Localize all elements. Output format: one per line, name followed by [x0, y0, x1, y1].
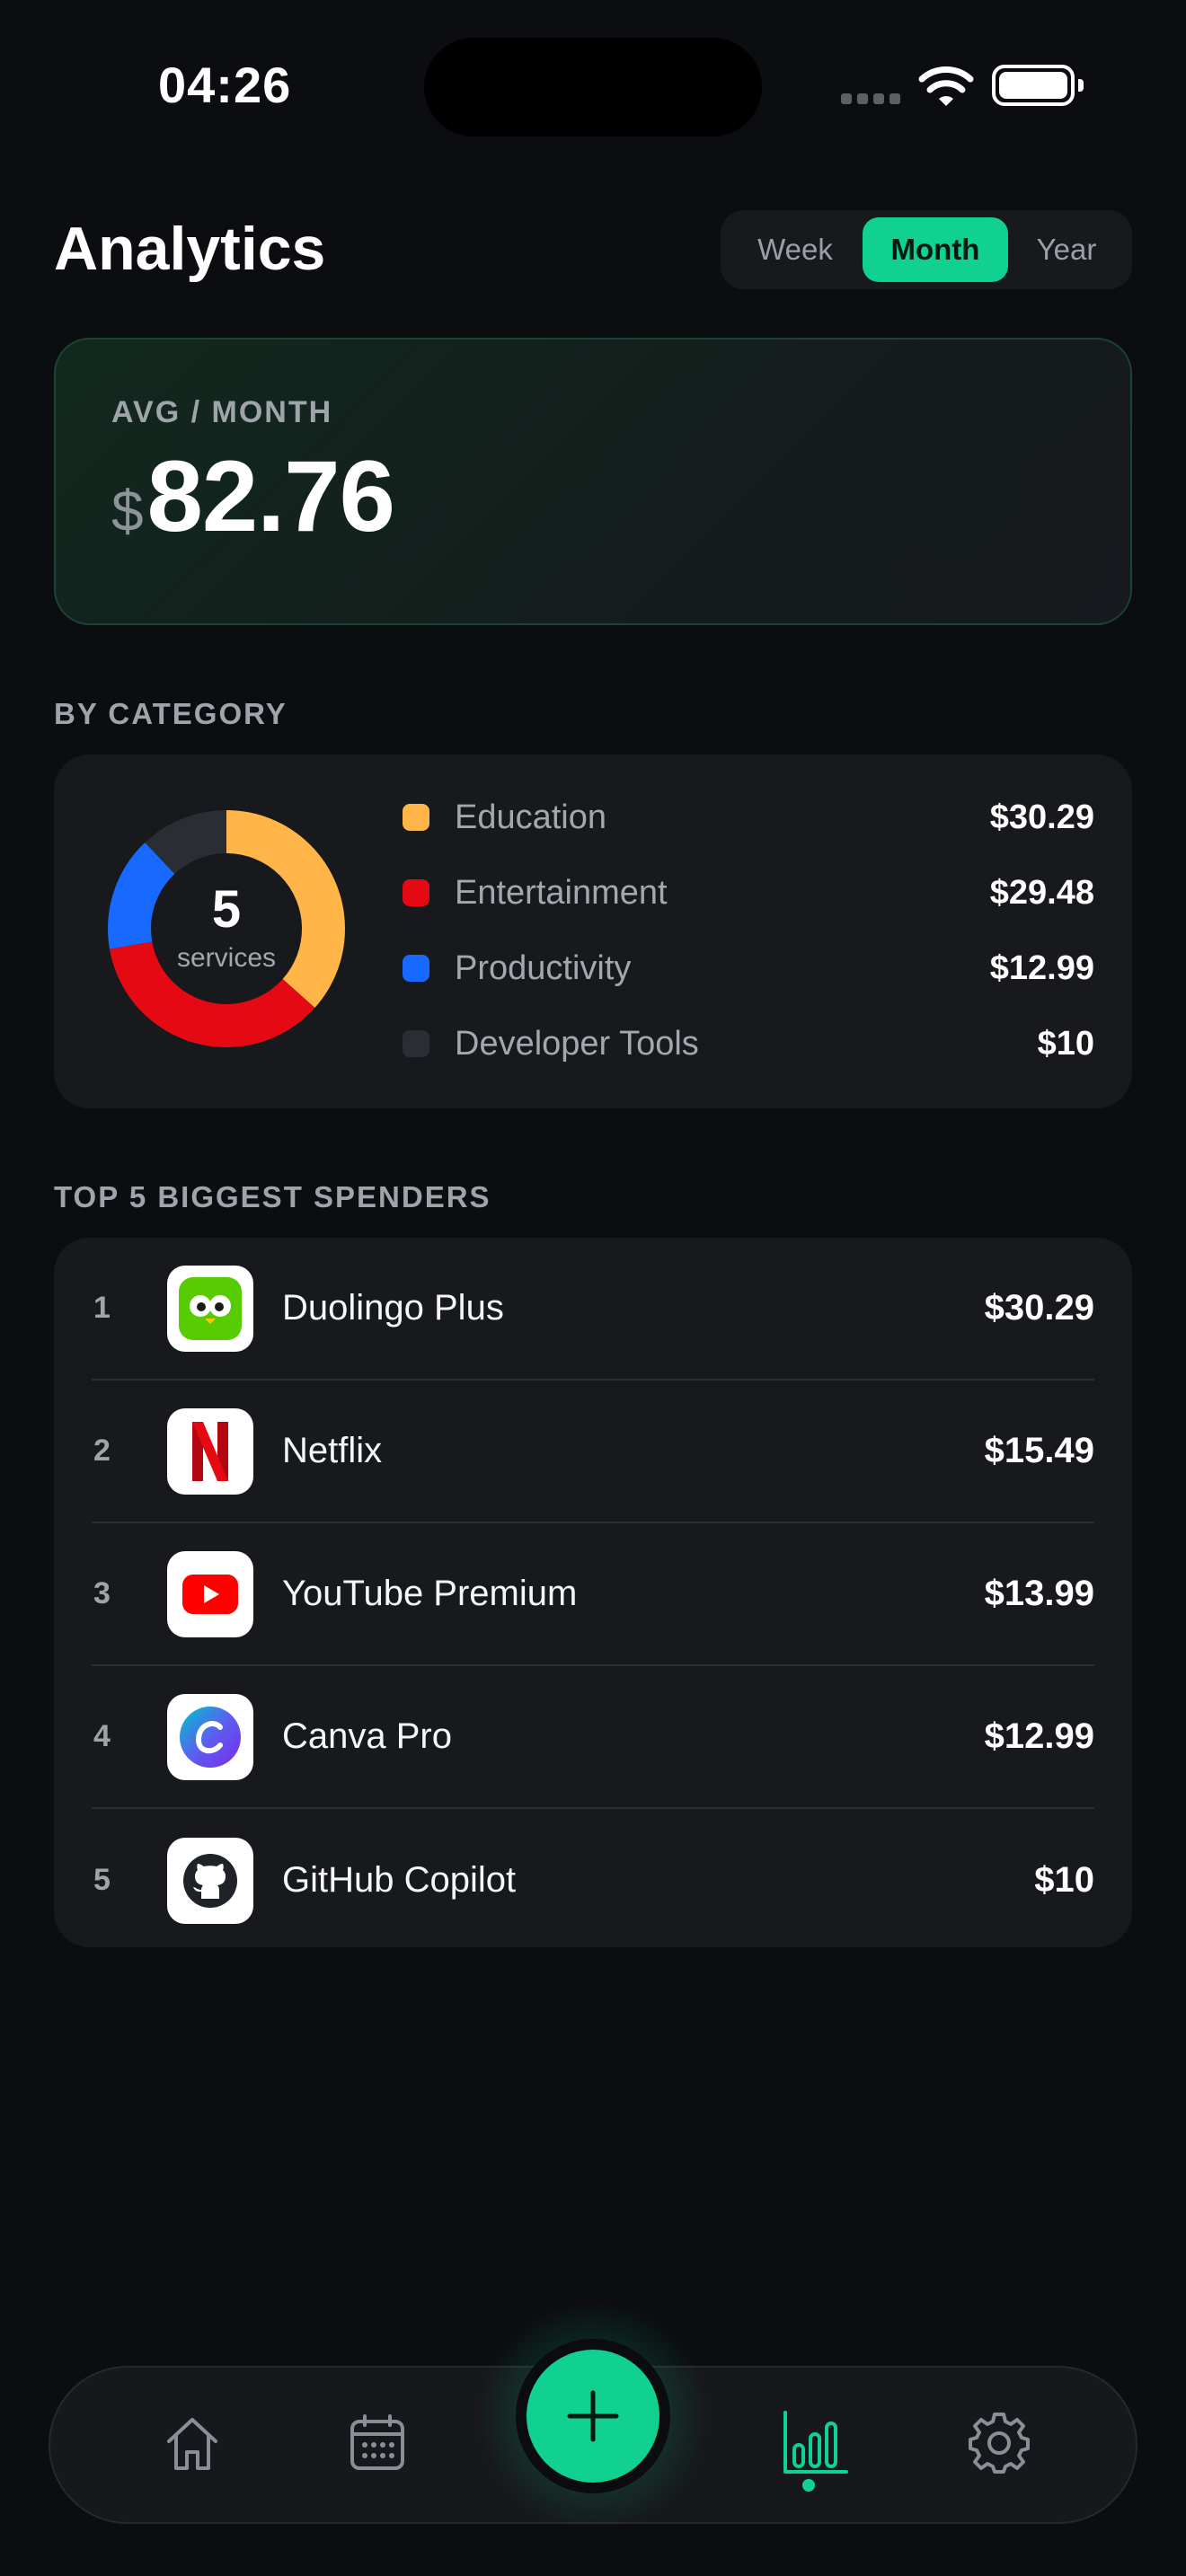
youtube-icon	[167, 1550, 253, 1637]
avg-currency: $	[111, 479, 144, 543]
spender-row[interactable]: 1 Duolingo Plus $30.29	[92, 1238, 1094, 1381]
category-card: 5 services Education $30.29 Entertainmen…	[54, 754, 1132, 1108]
avg-amount: 82.76	[146, 440, 395, 552]
legend-name: Entertainment	[455, 873, 668, 912]
spender-rank: 5	[93, 1863, 111, 1897]
active-tab-indicator	[802, 2479, 815, 2492]
legend-swatch	[403, 955, 429, 982]
legend-row-education: Education $30.29	[403, 780, 1094, 855]
legend-value: $29.48	[989, 873, 1094, 912]
period-selector: Week Month Year	[721, 210, 1132, 289]
period-year-button[interactable]: Year	[1008, 217, 1125, 282]
legend-row-developer-tools: Developer Tools $10	[403, 1006, 1094, 1081]
spender-value: $15.49	[984, 1431, 1094, 1470]
duolingo-icon	[167, 1265, 253, 1352]
category-legend: Education $30.29 Entertainment $29.48 Pr…	[403, 780, 1094, 1081]
top-spenders-label: TOP 5 BIGGEST SPENDERS	[54, 1180, 491, 1213]
spender-row[interactable]: 5 GitHub Copilot $10	[92, 1809, 1094, 1952]
spender-rank: 4	[93, 1719, 111, 1753]
legend-swatch	[403, 804, 429, 831]
by-category-label: BY CATEGORY	[54, 697, 288, 730]
spender-value: $13.99	[984, 1574, 1094, 1613]
spender-name: Canva Pro	[282, 1716, 452, 1756]
github-icon	[167, 1837, 253, 1924]
legend-name: Productivity	[455, 948, 632, 987]
legend-swatch	[403, 879, 429, 906]
period-month-button[interactable]: Month	[863, 217, 1008, 282]
spender-rank: 1	[93, 1291, 111, 1325]
netflix-icon	[167, 1407, 253, 1495]
spender-name: GitHub Copilot	[282, 1860, 517, 1900]
spender-value: $12.99	[984, 1716, 1094, 1756]
legend-name: Education	[455, 798, 607, 836]
spender-value: $10	[1034, 1860, 1094, 1900]
add-subscription-button[interactable]	[516, 2339, 670, 2493]
period-week-button[interactable]: Week	[728, 217, 863, 282]
spender-row[interactable]: 2 Netflix $15.49	[92, 1381, 1094, 1523]
canva-icon	[167, 1693, 253, 1780]
cellular-signal-icon	[841, 93, 900, 104]
calendar-icon[interactable]	[341, 2407, 413, 2479]
avg-month-card: AVG / MONTH $ 82.76	[54, 338, 1132, 625]
spender-name: Netflix	[282, 1431, 383, 1470]
spender-row[interactable]: 4 Canva Pro $12.99	[92, 1666, 1094, 1809]
top-spenders-card: 1 Duolingo Plus $30.29 2 Netflix $15.49 …	[54, 1238, 1132, 1947]
dynamic-island	[424, 38, 762, 137]
page-title: Analytics	[54, 215, 326, 283]
legend-value: $30.29	[989, 798, 1094, 836]
avg-label: AVG / MONTH	[111, 395, 333, 429]
spender-value: $30.29	[984, 1288, 1094, 1328]
settings-icon[interactable]	[963, 2407, 1035, 2479]
services-count: 5	[211, 880, 242, 939]
donut-center: 5 services	[108, 810, 345, 1047]
status-bar: 04:26	[0, 0, 1186, 171]
analytics-icon[interactable]	[780, 2407, 852, 2479]
legend-row-entertainment: Entertainment $29.48	[403, 855, 1094, 931]
spender-rank: 3	[93, 1576, 111, 1610]
spender-name: YouTube Premium	[282, 1574, 578, 1613]
legend-swatch	[403, 1030, 429, 1057]
services-label: services	[176, 943, 277, 973]
spender-row[interactable]: 3 YouTube Premium $13.99	[92, 1523, 1094, 1666]
legend-row-productivity: Productivity $12.99	[403, 931, 1094, 1006]
status-time: 04:26	[158, 57, 292, 113]
avg-value: $ 82.76	[111, 438, 395, 554]
legend-name: Developer Tools	[455, 1024, 699, 1063]
battery-icon	[992, 65, 1084, 106]
home-icon[interactable]	[156, 2407, 228, 2479]
spender-rank: 2	[93, 1434, 111, 1468]
wifi-icon	[918, 66, 974, 106]
spender-name: Duolingo Plus	[282, 1288, 504, 1328]
plus-icon	[567, 2390, 619, 2442]
legend-value: $10	[1037, 1024, 1094, 1063]
legend-value: $12.99	[989, 948, 1094, 987]
